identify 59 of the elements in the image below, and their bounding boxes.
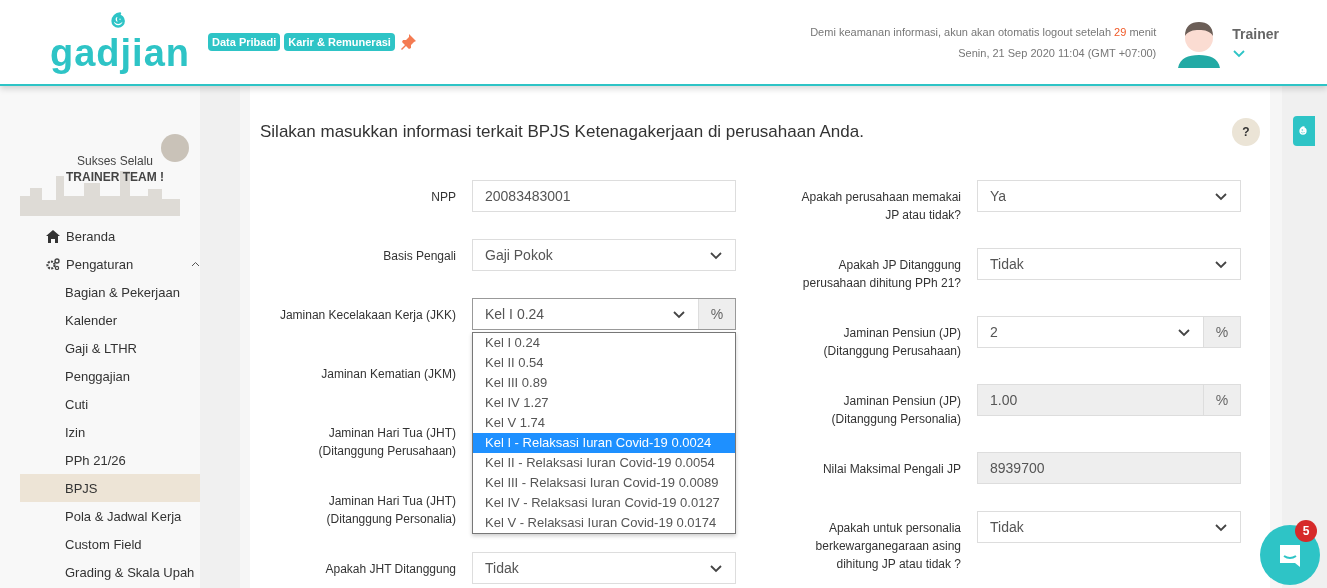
logout-notice: Demi keamanan informasi, akun akan otomatis logout setelah 29 menit: [810, 25, 1157, 38]
sidebar-subitem[interactable]: Penggajian: [20, 362, 200, 390]
sidebar-item-label: Beranda: [66, 228, 117, 244]
field-label: Jaminan Pensiun (JP) (Ditanggung Personalia): [830, 393, 961, 428]
sidebar-subitem[interactable]: PPh 21/26: [20, 446, 200, 474]
field-label: Apakah perusahaan memakai JP atau tidak?: [800, 189, 961, 224]
help-button[interactable]: ?: [1232, 118, 1260, 146]
select-field[interactable]: Tidak: [977, 511, 1241, 543]
user-name[interactable]: Trainer: [1232, 26, 1279, 42]
sidebar-subitem[interactable]: Bagian & Pekerjaan: [20, 278, 200, 306]
sidebar-subitem[interactable]: Gaji & LTHR: [20, 334, 200, 362]
percent-addon: %: [1203, 317, 1240, 347]
dropdown-option[interactable]: Kel III - Relaksasi Iuran Covid-19 0.0089: [473, 473, 735, 493]
dropdown-option[interactable]: Kel II 0.54: [473, 353, 735, 373]
select-field[interactable]: Tidak: [472, 552, 736, 584]
sidebar-item[interactable]: Beranda: [20, 222, 200, 250]
date-time: Senin, 21 Sep 2020 11:04 (GMT +07:00): [958, 46, 1157, 59]
field-label: Apakah JHT Ditanggung: [324, 561, 456, 578]
dropdown-option[interactable]: Kel V - Relaksasi Iuran Covid-19 0.0174: [473, 513, 735, 533]
field-label: Apakah JP Ditanggung perusahaan dihitung PPh 21?: [801, 257, 961, 292]
field-label: Nilai Maksimal Pengali JP: [821, 461, 961, 478]
select-field[interactable]: Tidak: [977, 248, 1241, 280]
dropdown-option[interactable]: Kel IV 1.27: [473, 393, 735, 413]
dropdown-option[interactable]: Kel I 0.24: [473, 333, 735, 353]
field-label: Jaminan Kematian (JKM): [320, 366, 456, 383]
sidebar-subitem[interactable]: Kalender: [20, 306, 200, 334]
chat-icon: [1277, 542, 1303, 568]
greeting-text: Sukses Selalu: [76, 153, 153, 168]
input-field[interactable]: 1.00 %: [977, 384, 1241, 416]
field-label: NPP: [430, 189, 456, 206]
input-field[interactable]: 8939700: [977, 452, 1241, 484]
select-field[interactable]: Ya: [977, 180, 1241, 212]
sidebar-item[interactable]: Pengaturan: [20, 250, 200, 278]
sidebar-subitem[interactable]: BPJS: [20, 474, 200, 502]
field-label: Jaminan Pensiun (JP) (Ditanggung Perusahaan): [822, 325, 961, 360]
dropdown-option[interactable]: Kel II - Relaksasi Iuran Covid-19 0.0054: [473, 453, 735, 473]
field-label: Jaminan Kecelakaan Kerja (JKK): [278, 307, 456, 324]
field-label: Jaminan Hari Tua (JHT) (Ditanggung Personalia): [325, 493, 456, 528]
home-icon: [46, 229, 60, 243]
sidebar-subitem[interactable]: Grading & Skala Upah: [20, 558, 200, 586]
select-field[interactable]: Gaji Pokok: [472, 239, 736, 271]
field-label: Jaminan Hari Tua (JHT) (Ditanggung Perusahaan): [317, 425, 456, 460]
dropdown-option[interactable]: Kel IV - Relaksasi Iuran Covid-19 0.0127: [473, 493, 735, 513]
team-name: TRAINER TEAM !: [66, 169, 164, 184]
sidebar-subitem[interactable]: Custom Field: [20, 530, 200, 558]
select-field[interactable]: 2 %: [977, 316, 1241, 348]
percent-addon: %: [698, 299, 735, 329]
select-field[interactable]: Kel I 0.24 %: [472, 298, 736, 330]
sidebar-subitem[interactable]: Pola & Jadwal Kerja: [20, 502, 200, 530]
sidebar-item-label: Pengaturan: [66, 256, 135, 272]
field-label: Apakah untuk personalia berkewarganegaraan asing dihitung JP atau tidak ?: [814, 520, 961, 573]
field-label: Basis Pengali: [382, 248, 456, 265]
page-title: Silakan masukkan informasi terkait BPJS Ketenagakerjaan di perusahaan Anda.: [260, 122, 864, 142]
input-field[interactable]: 20083483001: [472, 180, 736, 212]
dropdown-option[interactable]: Kel III 0.89: [473, 373, 735, 393]
dropdown-option[interactable]: Kel V 1.74: [473, 413, 735, 433]
settings-icon: [46, 258, 60, 270]
sidebar-subitem[interactable]: Izin: [20, 418, 200, 446]
sidebar-subitem[interactable]: Cuti: [20, 390, 200, 418]
